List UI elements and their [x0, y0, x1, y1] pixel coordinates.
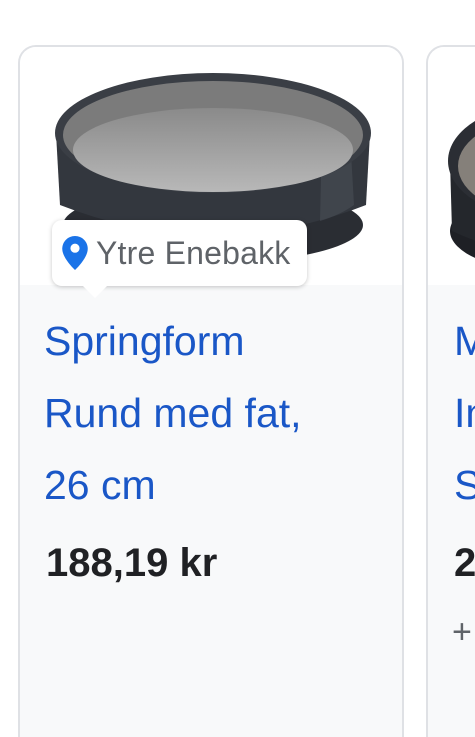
product-card[interactable]: Ytre Enebakk Springform Rund med fat, 26…	[18, 45, 404, 737]
location-label: Ytre Enebakk	[96, 234, 291, 271]
product-title-line[interactable]: In	[454, 377, 475, 449]
product-title-link[interactable]: M In S	[454, 305, 475, 521]
extra-info: +	[452, 613, 472, 651]
product-title-line[interactable]: M	[454, 305, 475, 377]
product-price: 2	[454, 541, 475, 585]
product-card[interactable]: M In S 2 +	[426, 45, 475, 737]
product-price: 188,19 kr	[46, 541, 218, 585]
product-title-link[interactable]: Springform Rund med fat, 26 cm	[44, 305, 384, 521]
shopping-results-carousel: Ytre Enebakk Springform Rund med fat, 26…	[0, 0, 475, 737]
product-title-line[interactable]: 26 cm	[44, 449, 384, 521]
product-title-line[interactable]: Springform	[44, 305, 384, 377]
product-image-area[interactable]	[428, 47, 475, 285]
product-title-line[interactable]: S	[454, 449, 475, 521]
location-pin-icon	[62, 236, 88, 270]
product-title-line[interactable]: Rund med fat,	[44, 377, 384, 449]
pan-image	[448, 121, 475, 258]
location-badge: Ytre Enebakk	[52, 220, 307, 298]
